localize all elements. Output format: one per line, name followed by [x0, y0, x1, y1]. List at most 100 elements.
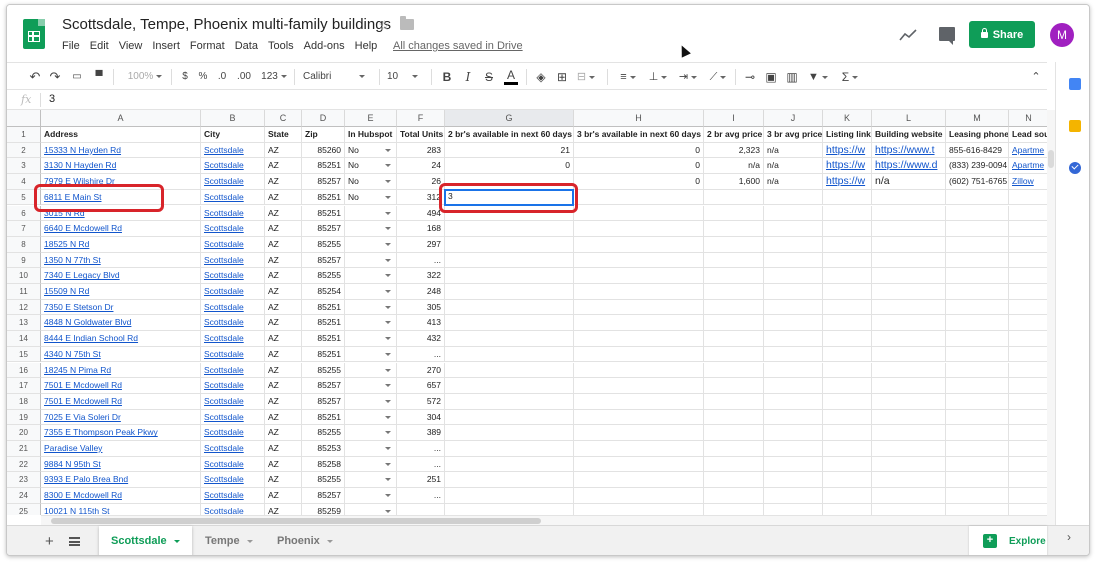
table-cell[interactable]	[764, 362, 823, 379]
table-cell[interactable]: 8444 E Indian School Rd	[41, 331, 201, 347]
table-cell[interactable]: 85253	[302, 441, 345, 457]
table-cell[interactable]: Scottsdale	[201, 503, 265, 515]
table-cell[interactable]: 85257	[302, 221, 345, 237]
table-cell[interactable]	[872, 503, 946, 515]
table-cell[interactable]	[704, 393, 764, 410]
dropdown-arrow-icon[interactable]	[385, 227, 391, 231]
table-cell[interactable]	[764, 393, 823, 410]
column-title-cell[interactable]: State	[265, 127, 302, 143]
table-cell[interactable]: AZ	[265, 331, 302, 347]
table-cell[interactable]: 4848 N Goldwater Blvd	[41, 315, 201, 332]
row-header[interactable]: 19	[7, 409, 41, 426]
table-cell[interactable]	[872, 362, 946, 379]
column-header-a[interactable]: A	[41, 110, 201, 127]
dropdown-arrow-icon[interactable]	[385, 384, 391, 388]
keep-icon[interactable]	[1069, 120, 1081, 132]
table-cell[interactable]	[823, 331, 872, 347]
row-header[interactable]: 1	[7, 127, 41, 143]
table-cell[interactable]	[574, 284, 704, 300]
table-cell[interactable]	[1009, 268, 1047, 284]
table-cell[interactable]	[574, 441, 704, 457]
table-cell[interactable]: 15333 N Hayden Rd	[41, 142, 201, 159]
table-cell[interactable]: 4340 N 75th St	[41, 346, 201, 363]
table-cell[interactable]: Scottsdale	[201, 441, 265, 457]
table-cell[interactable]: 251	[397, 472, 445, 489]
table-cell[interactable]	[574, 268, 704, 284]
table-cell[interactable]: 85251	[302, 299, 345, 316]
table-cell[interactable]: 85257	[302, 488, 345, 504]
table-cell[interactable]	[946, 425, 1009, 441]
avatar[interactable]: M	[1050, 23, 1074, 47]
table-cell[interactable]	[872, 346, 946, 363]
italic-button[interactable]: I	[462, 69, 474, 85]
table-cell[interactable]	[823, 268, 872, 284]
table-cell[interactable]: Paradise Valley	[41, 441, 201, 457]
table-cell[interactable]	[574, 472, 704, 489]
table-cell[interactable]	[764, 299, 823, 316]
table-cell[interactable]	[445, 268, 574, 284]
table-cell[interactable]: 7501 E Mcdowell Rd	[41, 393, 201, 410]
table-cell[interactable]: 248	[397, 284, 445, 300]
table-cell[interactable]	[946, 331, 1009, 347]
column-header-f[interactable]: F	[397, 110, 445, 127]
column-title-cell[interactable]: Listing link	[823, 127, 872, 143]
table-cell[interactable]: AZ	[265, 503, 302, 515]
table-cell[interactable]: 85259	[302, 503, 345, 515]
table-cell[interactable]	[823, 472, 872, 489]
table-cell[interactable]	[1009, 284, 1047, 300]
table-cell[interactable]	[574, 299, 704, 316]
table-cell[interactable]	[872, 268, 946, 284]
table-cell[interactable]	[764, 488, 823, 504]
dropdown-arrow-icon[interactable]	[385, 494, 391, 498]
table-cell[interactable]	[445, 331, 574, 347]
table-cell[interactable]: n/a	[872, 174, 946, 190]
row-header[interactable]: 11	[7, 284, 41, 300]
table-cell[interactable]	[946, 236, 1009, 253]
borders-icon[interactable]: ⊞	[555, 69, 569, 85]
column-title-cell[interactable]: Zip	[302, 127, 345, 143]
table-cell[interactable]: AZ	[265, 315, 302, 332]
column-title-cell[interactable]: Building website	[872, 127, 946, 143]
table-cell[interactable]	[946, 205, 1009, 222]
table-cell[interactable]: Scottsdale	[201, 252, 265, 269]
table-cell[interactable]: 0	[574, 142, 704, 159]
table-cell[interactable]: 305	[397, 299, 445, 316]
dropdown-arrow-icon[interactable]	[385, 164, 391, 168]
table-cell[interactable]: https://www.d	[872, 158, 946, 175]
table-cell[interactable]	[445, 252, 574, 269]
table-cell[interactable]: Scottsdale	[201, 268, 265, 284]
table-cell[interactable]: Scottsdale	[201, 362, 265, 379]
table-cell[interactable]	[872, 488, 946, 504]
insert-comment-icon[interactable]: ▣	[764, 69, 778, 85]
table-cell[interactable]	[1009, 347, 1047, 363]
table-cell[interactable]: Scottsdale	[201, 221, 265, 237]
table-cell[interactable]: AZ	[265, 158, 302, 175]
table-cell[interactable]: 85255	[302, 362, 345, 379]
table-cell[interactable]: Scottsdale	[201, 472, 265, 489]
table-cell[interactable]: 7501 E Mcdowell Rd	[41, 378, 201, 394]
table-cell[interactable]	[1009, 378, 1047, 394]
explore-button[interactable]: + Explore	[969, 526, 1047, 555]
table-cell[interactable]	[1009, 331, 1047, 347]
table-cell[interactable]: AZ	[265, 456, 302, 473]
table-cell[interactable]: 270	[397, 362, 445, 379]
column-title-cell[interactable]: Lead sou	[1009, 127, 1047, 143]
table-cell[interactable]	[823, 252, 872, 269]
table-cell[interactable]	[445, 503, 574, 515]
table-cell[interactable]	[946, 252, 1009, 269]
table-cell[interactable]	[872, 236, 946, 253]
column-title-cell[interactable]: City	[201, 127, 265, 143]
table-cell[interactable]	[823, 456, 872, 473]
column-header-i[interactable]: I	[704, 110, 764, 127]
table-cell[interactable]	[1009, 315, 1047, 332]
horizontal-align-icon[interactable]: ≡	[617, 69, 639, 85]
table-cell[interactable]: AZ	[265, 346, 302, 363]
table-cell[interactable]: n/a	[704, 158, 764, 175]
row-header[interactable]: 12	[7, 299, 41, 316]
table-cell[interactable]	[872, 425, 946, 441]
table-cell[interactable]: Scottsdale	[201, 174, 265, 190]
text-wrap-icon[interactable]: ⇥	[677, 69, 699, 85]
chevron-right-icon[interactable]: ›	[1067, 530, 1071, 544]
menu-tools[interactable]: Tools	[268, 40, 294, 56]
table-cell[interactable]	[823, 488, 872, 504]
